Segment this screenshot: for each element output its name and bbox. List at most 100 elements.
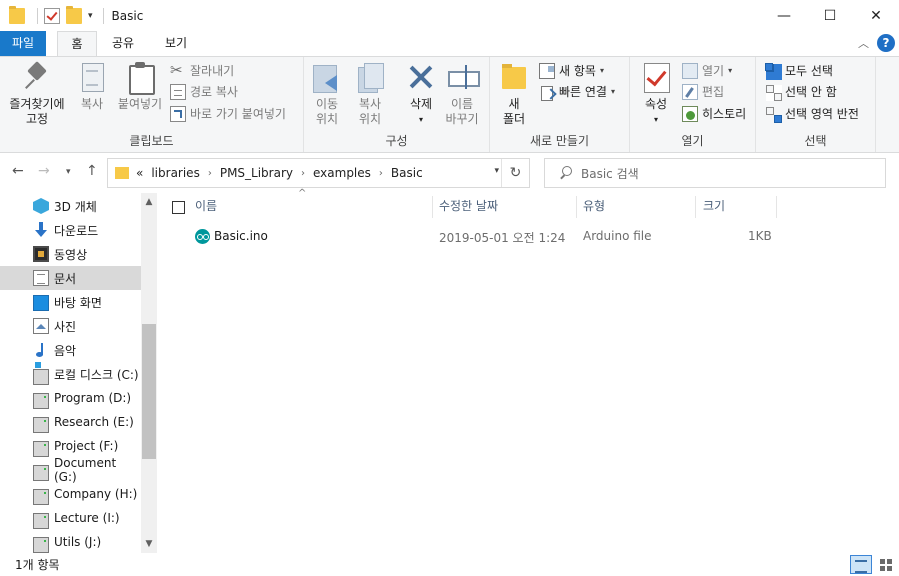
breadcrumb-overflow[interactable]: « <box>136 166 143 180</box>
select-none-label: 선택 안 함 <box>785 85 837 99</box>
ribbon: 즐겨찾기에 고정 복사 붙여넣기 잘라내기 경로 복사 바로 가기 붙여넣기 클… <box>0 56 899 153</box>
scroll-down-arrow-icon[interactable]: ▼ <box>141 539 157 549</box>
sidebar-item-drive-d[interactable]: Program (D:) <box>0 386 141 410</box>
breadcrumb-basic[interactable]: Basic <box>391 166 423 180</box>
delete-button[interactable]: 삭제 ▾ <box>402 61 440 127</box>
documents-icon <box>33 270 49 286</box>
cut-button[interactable]: 잘라내기 <box>170 60 234 81</box>
sidebar-item-label: Program (D:) <box>54 391 132 405</box>
sidebar-item-label: 로컬 디스크 (C:) <box>54 367 139 382</box>
column-divider[interactable] <box>576 196 577 218</box>
breadcrumb-chevron-icon[interactable]: › <box>301 168 305 179</box>
column-header-size[interactable]: 크기 <box>703 193 725 220</box>
music-icon <box>33 342 49 358</box>
column-divider[interactable] <box>432 196 433 218</box>
help-icon[interactable]: ? <box>877 34 895 52</box>
properties-button[interactable]: 속성 ▾ <box>638 61 674 127</box>
ribbon-collapse-chevron-icon[interactable]: ︿ <box>858 35 869 51</box>
system-drive-icon <box>33 362 49 385</box>
refresh-icon[interactable]: ↻ <box>501 159 529 187</box>
select-all-checkbox[interactable] <box>172 201 185 214</box>
sidebar-item-desktop[interactable]: 바탕 화면 <box>0 290 141 314</box>
copy-button[interactable]: 복사 <box>74 61 110 112</box>
paste-shortcut-button[interactable]: 바로 가기 붙여넣기 <box>170 104 286 124</box>
search-box[interactable]: Basic 검색 <box>544 158 886 188</box>
rename-button[interactable]: 이름 바꾸기 <box>442 61 482 127</box>
copy-to-button[interactable]: 복사 위치 <box>350 61 390 127</box>
sidebar-item-videos[interactable]: 동영상 <box>0 242 141 266</box>
new-folder-button[interactable]: 새 폴더 <box>496 61 532 127</box>
back-arrow-icon[interactable]: ← <box>12 163 24 179</box>
column-divider[interactable] <box>695 196 696 218</box>
breadcrumb-pms-library[interactable]: PMS_Library <box>220 166 293 180</box>
sidebar-item-pictures[interactable]: 사진 <box>0 314 141 338</box>
sidebar-item-drive-e[interactable]: Research (E:) <box>0 410 141 434</box>
group-open: 속성 ▾ 열기 ▾ 편집 히스토리 열기 <box>630 57 756 152</box>
scrollbar-thumb[interactable] <box>142 324 156 459</box>
navigation-pane-scrollbar[interactable]: ▲ ▼ <box>141 193 157 553</box>
forward-arrow-icon[interactable]: → <box>38 163 50 179</box>
sidebar-item-music[interactable]: 음악 <box>0 338 141 362</box>
new-item-button[interactable]: 새 항목 ▾ <box>539 61 604 81</box>
open-icon <box>682 63 698 79</box>
sidebar-item-drive-g[interactable]: Document (G:) <box>0 456 141 484</box>
sidebar-item-documents[interactable]: 문서 <box>0 266 141 290</box>
paste-shortcut-icon <box>170 106 186 122</box>
maximize-button[interactable]: ☐ <box>807 0 853 31</box>
scroll-up-arrow-icon[interactable]: ▲ <box>141 197 157 207</box>
column-header-type[interactable]: 유형 <box>583 193 605 220</box>
select-none-button[interactable]: 선택 안 함 <box>765 82 837 102</box>
move-to-icon <box>311 61 343 93</box>
tab-file[interactable]: 파일 <box>0 31 46 56</box>
breadcrumb-examples[interactable]: examples <box>313 166 371 180</box>
move-to-button[interactable]: 이동 위치 <box>308 61 346 127</box>
new-folder-icon[interactable] <box>66 5 82 24</box>
file-name[interactable]: Basic.ino <box>214 229 268 243</box>
sidebar-item-downloads[interactable]: 다운로드 <box>0 218 141 242</box>
paste-button[interactable]: 붙여넣기 <box>114 61 166 112</box>
pin-to-quick-access-button[interactable]: 즐겨찾기에 고정 <box>6 61 68 127</box>
copy-icon <box>76 61 108 93</box>
address-dropdown-icon[interactable]: ▾ <box>494 166 499 176</box>
edit-button[interactable]: 편집 <box>682 82 724 102</box>
tab-home[interactable]: 홈 <box>57 31 97 57</box>
properties-check-icon[interactable] <box>44 7 60 24</box>
select-all-icon <box>765 63 781 79</box>
paste-shortcut-label: 바로 가기 붙여넣기 <box>190 107 286 121</box>
sidebar-item-drive-f[interactable]: Project (F:) <box>0 434 141 458</box>
group-new-label: 새로 만들기 <box>529 134 589 148</box>
large-icons-view-icon[interactable] <box>876 555 896 574</box>
arduino-file-icon <box>195 229 210 244</box>
breadcrumb-libraries[interactable]: libraries <box>151 166 199 180</box>
sidebar-item-drive-i[interactable]: Lecture (I:) <box>0 506 141 530</box>
column-header-name[interactable]: 이름 <box>195 193 217 220</box>
qat-customize-dropdown[interactable]: ▾ <box>88 11 93 21</box>
copy-path-button[interactable]: 경로 복사 <box>170 82 238 102</box>
open-label: 열기 <box>702 64 725 78</box>
tab-view[interactable]: 보기 <box>156 31 196 56</box>
sidebar-item-drive-j[interactable]: Utils (J:) <box>0 530 141 554</box>
tab-share[interactable]: 공유 <box>103 31 143 56</box>
open-button[interactable]: 열기 ▾ <box>682 61 732 81</box>
column-header-modified[interactable]: 수정한 날짜 <box>439 193 498 220</box>
table-row[interactable]: Basic.ino 2019-05-01 오전 1:24 Arduino fil… <box>157 225 899 247</box>
details-view-icon[interactable] <box>850 555 872 574</box>
delete-dropdown-arrow[interactable]: ▾ <box>402 112 440 127</box>
column-divider[interactable] <box>776 196 777 218</box>
drive-icon <box>33 537 49 553</box>
recent-locations-chevron-icon[interactable]: ▾ <box>66 167 71 177</box>
sidebar-item-drive-h[interactable]: Company (H:) <box>0 482 141 506</box>
up-arrow-icon[interactable]: ↑ <box>86 163 98 179</box>
easy-access-button[interactable]: 빠른 연결 ▾ <box>539 82 615 102</box>
sidebar-item-drive-c[interactable]: 로컬 디스크 (C:) <box>0 362 141 386</box>
invert-selection-button[interactable]: 선택 영역 반전 <box>765 104 859 124</box>
close-button[interactable]: ✕ <box>853 0 899 31</box>
properties-dropdown-arrow[interactable]: ▾ <box>638 112 674 127</box>
address-bar[interactable]: « libraries › PMS_Library › examples › B… <box>107 158 530 188</box>
breadcrumb-chevron-icon[interactable]: › <box>379 168 383 179</box>
sidebar-item-3d-objects[interactable]: 3D 개체 <box>0 194 141 218</box>
history-button[interactable]: 히스토리 <box>682 104 746 124</box>
select-all-button[interactable]: 모두 선택 <box>765 61 833 81</box>
breadcrumb-chevron-icon[interactable]: › <box>208 168 212 179</box>
minimize-button[interactable]: — <box>761 0 807 31</box>
